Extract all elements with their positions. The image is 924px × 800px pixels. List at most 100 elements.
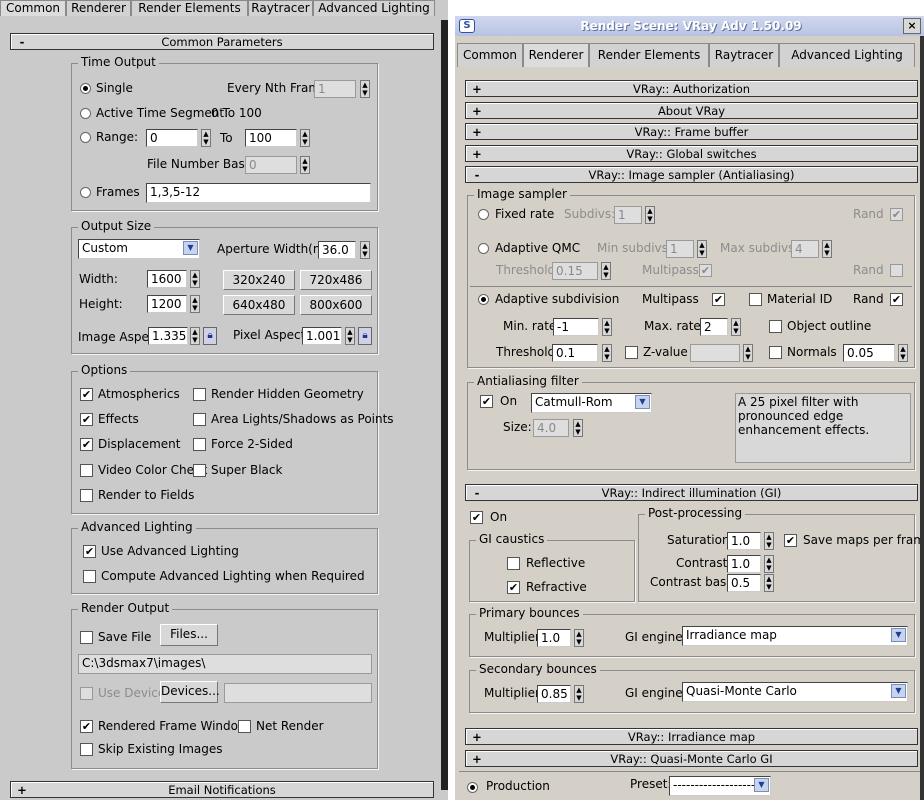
aa-on-checkbox[interactable]: ✔ (480, 395, 493, 408)
preset-800x600-button[interactable]: 800x600 (300, 295, 372, 315)
rendered-frame-window-checkbox[interactable]: ✔ (80, 720, 93, 733)
min-subdivs-field[interactable]: 1 (666, 240, 694, 258)
skip-existing-checkbox[interactable] (80, 743, 93, 756)
vray-gi-rollout[interactable]: - VRay:: Indirect illumination (GI) (465, 484, 918, 501)
pixel-aspect-field[interactable]: 1.001 (302, 327, 342, 345)
preset-320x240-button[interactable]: 320x240 (223, 270, 295, 290)
tab-common[interactable]: Common (457, 43, 523, 67)
active-segment-radio[interactable] (80, 108, 91, 119)
refractive-checkbox[interactable]: ✔ (507, 581, 520, 594)
use-device-checkbox[interactable] (80, 687, 93, 700)
contrast-spinner[interactable]: ▲ ▼ (764, 555, 774, 573)
save-file-checkbox[interactable] (80, 631, 93, 644)
range-from-field[interactable]: 0 (146, 129, 198, 147)
tab-advanced-lighting[interactable]: Advanced Lighting (779, 43, 915, 67)
width-field[interactable]: 1600 (147, 270, 187, 288)
primary-engine-dropdown[interactable]: Irradiance map ▼ (682, 626, 908, 646)
max-subdivs-field[interactable]: 4 (791, 240, 819, 258)
frames-field[interactable]: 1,3,5-12 (146, 183, 371, 203)
reflective-checkbox[interactable] (507, 557, 520, 570)
tab-render-elements[interactable]: Render Elements (589, 43, 709, 67)
tab-raytracer[interactable]: Raytracer (709, 43, 779, 67)
adaptive-qmc-radio[interactable] (478, 243, 489, 254)
tab-renderer[interactable]: Renderer (66, 0, 131, 16)
width-spinner[interactable]: ▲ ▼ (190, 270, 200, 288)
net-render-checkbox[interactable] (238, 720, 251, 733)
use-advanced-lighting-checkbox[interactable]: ✔ (83, 545, 96, 558)
render-to-fields-checkbox[interactable] (80, 489, 93, 502)
range-to-field[interactable]: 100 (245, 129, 297, 147)
preset-dropdown[interactable]: -------------------- ▼ (669, 776, 771, 796)
every-nth-spinner[interactable]: ▲ ▼ (360, 80, 370, 98)
threshold-spinner[interactable]: ▲ ▼ (602, 344, 612, 362)
aa-size-field[interactable]: 4.0 (533, 419, 569, 437)
frames-radio[interactable] (80, 187, 91, 198)
force-2-sided-checkbox[interactable] (193, 438, 206, 451)
render-hidden-geometry-checkbox[interactable] (193, 388, 206, 401)
tab-raytracer[interactable]: Raytracer (248, 0, 313, 16)
file-number-base-field[interactable]: 0 (245, 156, 297, 174)
normals-spinner[interactable]: ▲ ▼ (898, 344, 908, 362)
range-radio[interactable] (80, 132, 91, 143)
device-field[interactable] (224, 683, 372, 703)
qmc-threshold-field[interactable]: 0.15 (552, 262, 598, 280)
tab-render-elements[interactable]: Render Elements (131, 0, 248, 16)
normals-field[interactable]: 0.05 (843, 344, 895, 362)
secondary-engine-dropdown[interactable]: Quasi-Monte Carlo ▼ (682, 682, 908, 702)
threshold-field[interactable]: 0.1 (552, 344, 598, 362)
secondary-multiplier-field[interactable]: 0.85 (537, 685, 571, 703)
common-parameters-rollout[interactable]: - Common Parameters (10, 33, 434, 50)
atmospherics-checkbox[interactable]: ✔ (80, 388, 93, 401)
vray-authorization-rollout[interactable]: + VRay:: Authorization (465, 80, 918, 97)
effects-checkbox[interactable]: ✔ (80, 413, 93, 426)
preset-720x486-button[interactable]: 720x486 (300, 270, 372, 290)
subdivs-field[interactable]: 1 (614, 206, 642, 224)
fixed-rand-checkbox[interactable]: ✔ (890, 208, 903, 221)
max-rate-spinner[interactable]: ▲ ▼ (731, 318, 741, 336)
material-id-checkbox[interactable] (749, 293, 762, 306)
compute-advanced-lighting-checkbox[interactable] (83, 570, 96, 583)
z-value-spinner[interactable]: ▲ ▼ (743, 344, 753, 362)
z-value-checkbox[interactable] (625, 346, 638, 359)
aperture-spinner[interactable]: ▲ ▼ (360, 241, 370, 259)
qmc-threshold-spinner[interactable]: ▲ ▼ (601, 262, 611, 280)
right-scrollbar[interactable] (920, 36, 924, 800)
output-path-field[interactable]: C:\3dsmax7\images\ (78, 654, 372, 674)
vray-qmc-gi-rollout[interactable]: + VRay:: Quasi-Monte Carlo GI (465, 750, 918, 767)
production-radio[interactable] (467, 782, 478, 793)
left-scrollbar[interactable] (441, 20, 448, 790)
height-spinner[interactable]: ▲ ▼ (190, 295, 200, 313)
primary-multiplier-field[interactable]: 1.0 (537, 629, 571, 647)
image-aspect-field[interactable]: 1.335 (148, 327, 188, 345)
adaptive-subdivision-radio[interactable] (478, 294, 489, 305)
min-rate-spinner[interactable]: ▲ ▼ (602, 318, 612, 336)
secondary-multiplier-spinner[interactable]: ▲ ▼ (574, 685, 584, 703)
preset-640x480-button[interactable]: 640x480 (223, 295, 295, 315)
tab-common[interactable]: Common (0, 0, 66, 16)
vray-global-switches-rollout[interactable]: + VRay:: Global switches (465, 145, 918, 162)
saturation-field[interactable]: 1.0 (727, 532, 761, 550)
about-vray-rollout[interactable]: + About VRay (465, 102, 918, 119)
aperture-field[interactable]: 36.0 (318, 241, 356, 259)
displacement-checkbox[interactable]: ✔ (80, 438, 93, 451)
save-maps-checkbox[interactable]: ✔ (784, 534, 797, 547)
max-rate-field[interactable]: 2 (700, 318, 728, 336)
contrast-field[interactable]: 1.0 (727, 555, 761, 573)
range-from-spinner[interactable]: ▲ ▼ (201, 129, 211, 147)
single-radio[interactable] (80, 83, 91, 94)
devices-button[interactable]: Devices... (160, 681, 220, 703)
min-subdivs-spinner[interactable]: ▲ ▼ (697, 240, 707, 258)
height-field[interactable]: 1200 (147, 295, 187, 313)
vray-image-sampler-rollout[interactable]: - VRay:: Image sampler (Antialiasing) (465, 166, 918, 183)
lock-icon[interactable]: 🔒︎ (203, 327, 217, 345)
saturation-spinner[interactable]: ▲ ▼ (764, 532, 774, 550)
rand-checkbox[interactable]: ✔ (890, 293, 903, 306)
primary-multiplier-spinner[interactable]: ▲ ▼ (574, 629, 584, 647)
contrast-base-field[interactable]: 0.5 (727, 574, 761, 592)
range-to-spinner[interactable]: ▲ ▼ (300, 129, 310, 147)
video-color-check-checkbox[interactable] (80, 464, 93, 477)
close-icon[interactable]: × (903, 18, 921, 34)
file-number-base-spinner[interactable]: ▲ ▼ (300, 156, 310, 174)
aa-size-spinner[interactable]: ▲ ▼ (573, 419, 583, 437)
output-preset-dropdown[interactable]: Custom ▼ (78, 239, 200, 259)
